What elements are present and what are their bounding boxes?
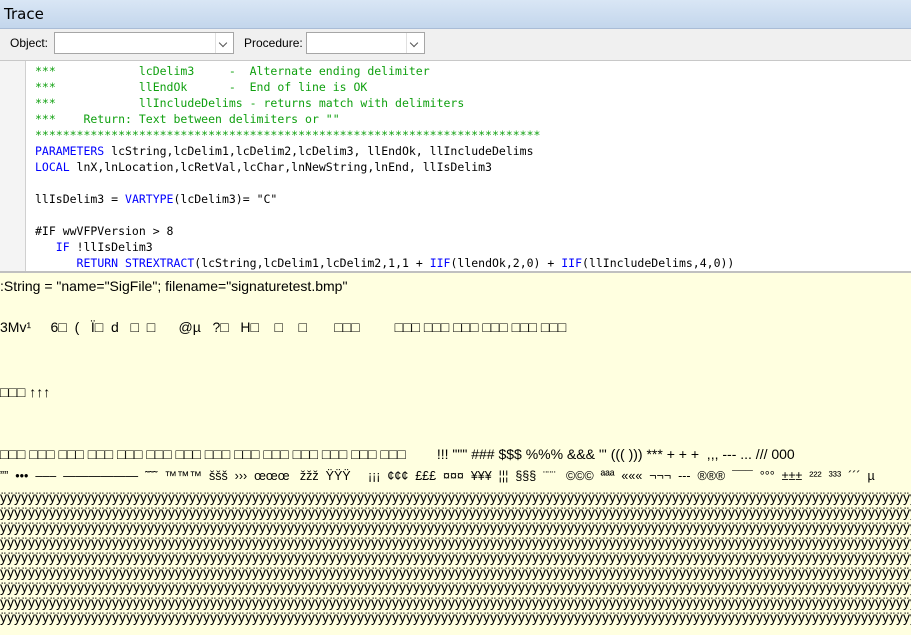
object-label: Object: (10, 36, 49, 50)
code-token: IIF (561, 256, 583, 270)
code-token: llIsDelim3 = (35, 192, 126, 206)
code-token: *** lcDelim3 - Alternate ending delimite… (35, 64, 430, 78)
output-line-y: ÿÿÿÿÿÿÿÿÿÿÿÿÿÿÿÿÿÿÿÿÿÿÿÿÿÿÿÿÿÿÿÿÿÿÿÿÿÿÿÿ… (0, 580, 911, 595)
code-line: *** lcDelim3 - Alternate ending delimite… (35, 63, 734, 79)
code-token: lnX,lnLocation,lcRetVal,lcChar,lnNewStri… (69, 160, 492, 174)
code-token: (llIncludeDelims,4,0)) (582, 256, 735, 270)
code-token: #IF wwVFPVersion > 8 (35, 224, 174, 238)
procedure-label: Procedure: (244, 36, 303, 50)
output-line-y: ÿÿÿÿÿÿÿÿÿÿÿÿÿÿÿÿÿÿÿÿÿÿÿÿÿÿÿÿÿÿÿÿÿÿÿÿÿÿÿÿ… (0, 565, 911, 580)
trace-toolbar: Object: Procedure: (0, 29, 911, 61)
code-line: LOCAL lnX,lnLocation,lcRetVal,lcChar,lnN… (35, 159, 734, 175)
code-token: (lcDelim3)= "C" (173, 192, 278, 206)
code-line: RETURN STREXTRACT(lcString,lcDelim1,lcDe… (35, 255, 735, 271)
output-line-y: ÿÿÿÿÿÿÿÿÿÿÿÿÿÿÿÿÿÿÿÿÿÿÿÿÿÿÿÿÿÿÿÿÿÿÿÿÿÿÿÿ… (0, 610, 911, 625)
code-token: VARTYPE (125, 192, 174, 206)
object-combobox[interactable] (54, 32, 234, 54)
output-line-y: ÿÿÿÿÿÿÿÿÿÿÿÿÿÿÿÿÿÿÿÿÿÿÿÿÿÿÿÿÿÿÿÿÿÿÿÿÿÿÿÿ… (0, 595, 911, 610)
procedure-combobox[interactable] (306, 32, 425, 54)
code-editor[interactable]: *** lcDelim3 - Alternate ending delimite… (0, 61, 911, 273)
window-title-bar: Trace (0, 0, 911, 29)
output-line-binary-3: □□□ □□□ □□□ □□□ □□□ □□□ □□□ □□□ □□□ □□□ … (0, 446, 795, 462)
code-line: IF !llIsDelim3 (35, 239, 734, 255)
code-token: (llendOk,2,0) + (450, 256, 562, 270)
code-line: ****************************************… (35, 127, 734, 143)
trace-output: :String = "name="SigFile"; filename="sig… (0, 273, 911, 635)
code-line: PARAMETERS lcString,lcDelim1,lcDelim2,lc… (35, 143, 734, 159)
code-token: PARAMETERS (35, 144, 105, 158)
code-token: (lcString,lcDelim1,lcDelim2,1,1 + (194, 256, 430, 270)
code-token: LOCAL (35, 160, 70, 174)
output-line-binary-1: 3Mv¹ 6□ ( Ï□ d □ □ @µ ?□ H□ □ □ □□□ □□□ … (0, 319, 567, 335)
output-y-lines: ÿÿÿÿÿÿÿÿÿÿÿÿÿÿÿÿÿÿÿÿÿÿÿÿÿÿÿÿÿÿÿÿÿÿÿÿÿÿÿÿ… (0, 490, 911, 625)
output-line-y: ÿÿÿÿÿÿÿÿÿÿÿÿÿÿÿÿÿÿÿÿÿÿÿÿÿÿÿÿÿÿÿÿÿÿÿÿÿÿÿÿ… (0, 490, 911, 505)
code-line: *** llEndOk - End of line is OK (35, 79, 734, 95)
code-token: STREXTRACT (125, 256, 195, 270)
code-line: *** Return: Text between delimiters or "… (35, 111, 734, 127)
chevron-down-icon[interactable] (406, 33, 424, 53)
code-token: *** Return: Text between delimiters or "… (35, 112, 340, 126)
output-line-y: ÿÿÿÿÿÿÿÿÿÿÿÿÿÿÿÿÿÿÿÿÿÿÿÿÿÿÿÿÿÿÿÿÿÿÿÿÿÿÿÿ… (0, 550, 911, 565)
code-token: !llIsDelim3 (69, 240, 153, 254)
code-line: #IF wwVFPVersion > 8 (35, 223, 734, 239)
code-token: *** llIncludeDelims - returns match with… (35, 96, 465, 110)
code-token: IF (55, 240, 70, 254)
code-token: *** llEndOk - End of line is OK (35, 80, 368, 94)
code-line: llIsDelim3 = VARTYPE(lcDelim3)= "C" (35, 191, 734, 207)
output-line-binary-2: □□□ ↑↑↑ (0, 384, 51, 400)
code-token: RETURN (76, 256, 119, 270)
window-title: Trace (4, 5, 44, 23)
output-line-y: ÿÿÿÿÿÿÿÿÿÿÿÿÿÿÿÿÿÿÿÿÿÿÿÿÿÿÿÿÿÿÿÿÿÿÿÿÿÿÿÿ… (0, 505, 911, 520)
output-line-y: ÿÿÿÿÿÿÿÿÿÿÿÿÿÿÿÿÿÿÿÿÿÿÿÿÿÿÿÿÿÿÿÿÿÿÿÿÿÿÿÿ… (0, 535, 911, 550)
chevron-down-icon[interactable] (215, 33, 233, 53)
code-token: IIF (429, 256, 451, 270)
code-token: lcString,lcDelim1,lcDelim2,lcDelim3, llE… (104, 144, 534, 158)
output-line-lcstring: :String = "name="SigFile"; filename="sig… (0, 278, 348, 294)
output-line-y: ÿÿÿÿÿÿÿÿÿÿÿÿÿÿÿÿÿÿÿÿÿÿÿÿÿÿÿÿÿÿÿÿÿÿÿÿÿÿÿÿ… (0, 520, 911, 535)
code-line: *** llIncludeDelims - returns match with… (35, 95, 734, 111)
code-token: ****************************************… (35, 128, 541, 142)
line-gutter[interactable] (0, 61, 26, 271)
output-line-binary-4: ”” ••• ––– —————— ˜˜˜ ™™™ ššš ››› œœœ žž… (0, 469, 875, 483)
code-lines: *** lcDelim3 - Alternate ending delimite… (35, 63, 734, 271)
